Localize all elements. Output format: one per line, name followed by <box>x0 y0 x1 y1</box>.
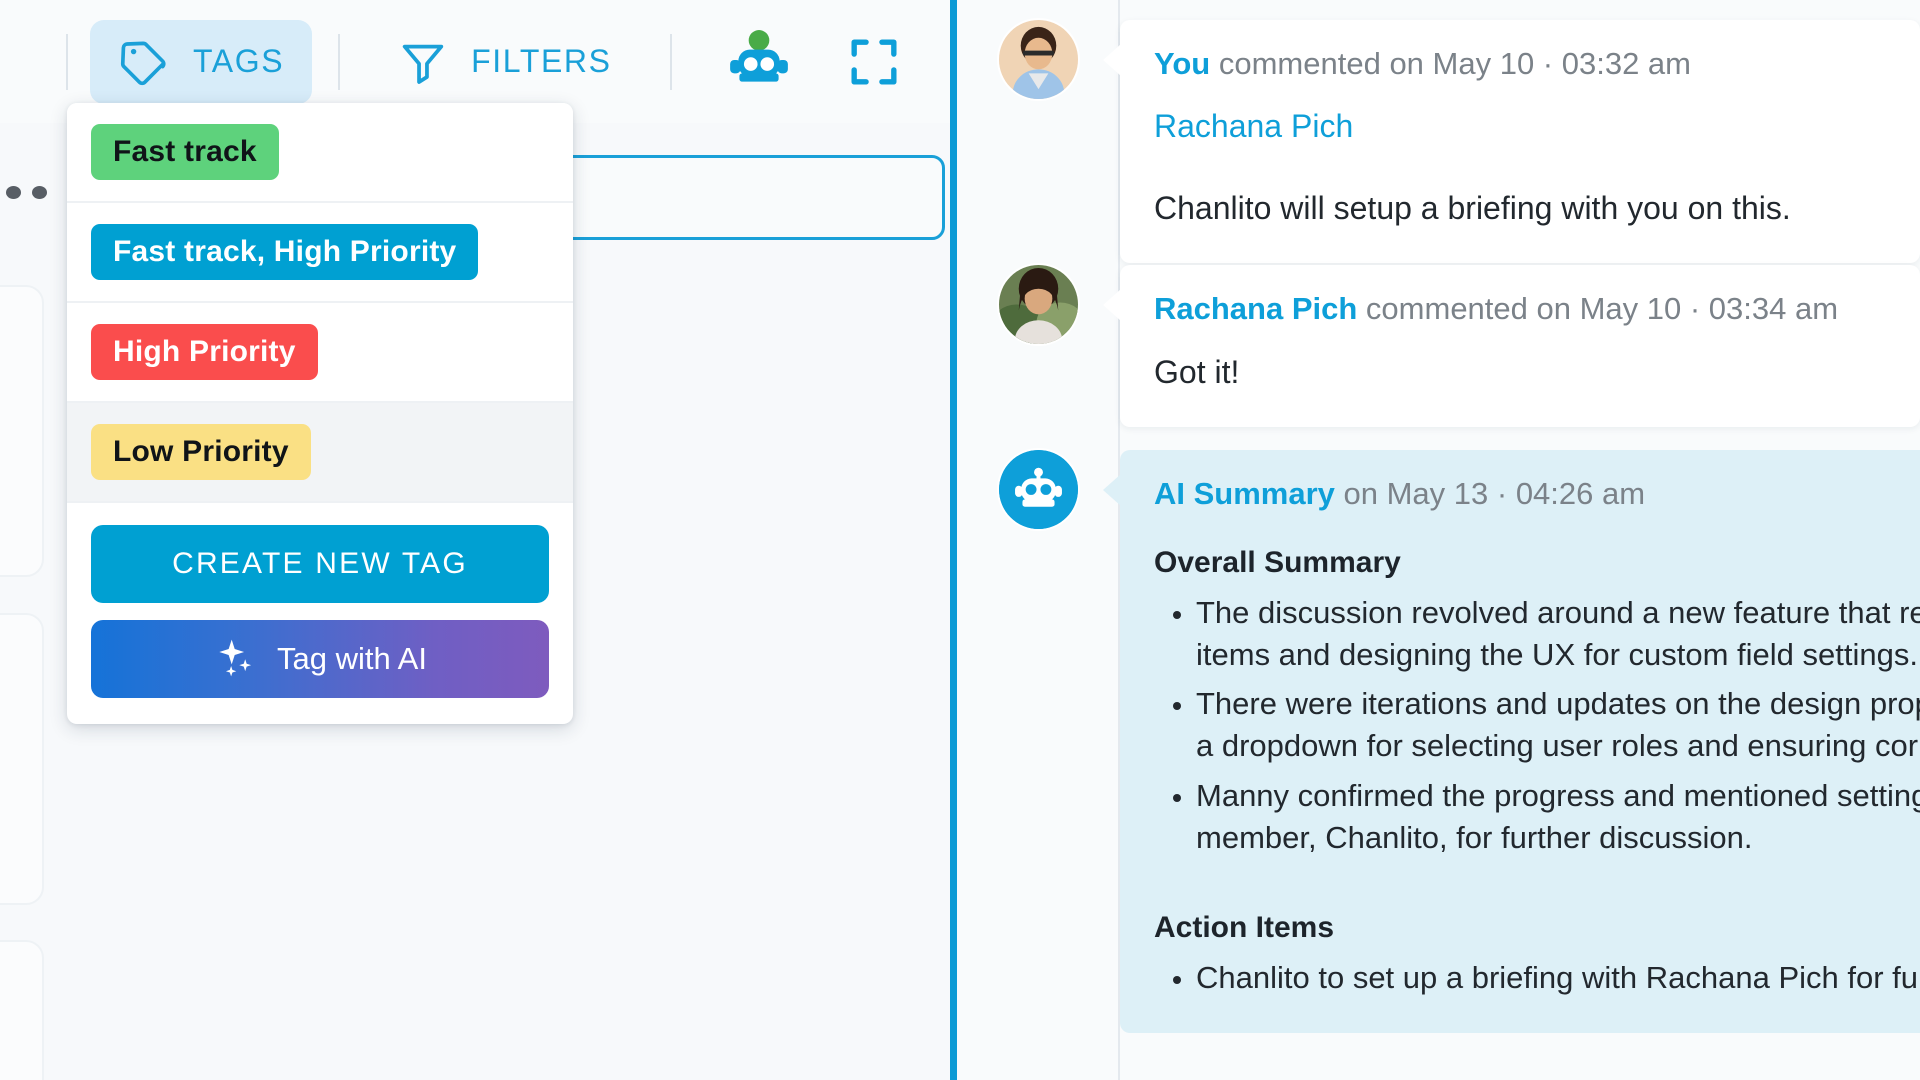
app-root: TAGS FILTERS Fast track Fast track, High… <box>0 0 1920 1080</box>
comment-item: You commented on May 10 · 03:32 am Racha… <box>957 20 1920 264</box>
tag-chip: Low Priority <box>91 424 311 480</box>
comment-body: Got it! <box>1154 354 1240 390</box>
tags-dropdown-menu[interactable]: Fast track Fast track, High Priority Hig… <box>67 103 573 724</box>
comment-mention[interactable]: Rachana Pich <box>1154 108 1886 145</box>
filters-button-label: FILTERS <box>471 43 612 79</box>
comments-pane: You commented on May 10 · 03:32 am Racha… <box>957 0 1920 1080</box>
ai-bullet: The discussion revolved around a new fea… <box>1196 592 1920 634</box>
ellipsis-dot <box>6 186 21 199</box>
comment-author[interactable]: You <box>1154 46 1210 81</box>
avatar[interactable] <box>999 265 1078 344</box>
toolbar-divider <box>338 33 341 90</box>
ai-sparkle-icon <box>213 636 259 682</box>
ai-summary-list: The discussion revolved around a new fea… <box>1154 592 1920 859</box>
background-card <box>0 940 44 1080</box>
ai-robot-icon[interactable] <box>726 29 792 95</box>
pane-split-handle[interactable] <box>950 0 957 1080</box>
comment-bubble: You commented on May 10 · 03:32 am Racha… <box>1103 20 1920 264</box>
tag-option-fast-track[interactable]: Fast track <box>67 103 573 203</box>
ai-robot-avatar[interactable] <box>999 450 1078 529</box>
ai-summary-author: AI Summary <box>1154 476 1335 511</box>
fullscreen-expand-icon[interactable] <box>846 34 902 90</box>
create-new-tag-button[interactable]: CREATE NEW TAG <box>91 525 549 603</box>
comment-author[interactable]: Rachana Pich <box>1154 291 1357 326</box>
ellipsis-dot <box>32 186 47 199</box>
tag-chip: Fast track, High Priority <box>91 224 479 280</box>
ai-action-items-list: Chanlito to set up a briefing with Racha… <box>1154 957 1920 999</box>
tag-chip: High Priority <box>91 324 318 380</box>
tag-option-low-priority[interactable]: Low Priority <box>67 403 573 503</box>
comment-meta: Rachana Pich commented on May 10 · 03:34… <box>1154 291 1886 327</box>
avatar[interactable] <box>999 20 1078 99</box>
tag-chip: Fast track <box>91 124 279 180</box>
ai-bullet-continuation: member, Chanlito, for further discussion… <box>1196 819 1753 855</box>
ai-summary-meta: AI Summary on May 13 · 04:26 am <box>1154 476 1920 512</box>
filters-button[interactable]: FILTERS <box>370 21 639 103</box>
comment-meta: You commented on May 10 · 03:32 am <box>1154 46 1886 82</box>
ai-section-heading: Action Items <box>1154 910 1335 944</box>
filter-icon <box>398 37 448 87</box>
tag-icon <box>118 36 170 88</box>
ai-bullet-continuation: a dropdown for selecting user roles and … <box>1196 728 1920 764</box>
comment-timestamp: commented on May 10 · 03:32 am <box>1210 46 1691 81</box>
tags-button-label: TAGS <box>193 43 285 79</box>
ellipsis-icon[interactable] <box>6 186 47 199</box>
tag-option-high-priority[interactable]: High Priority <box>67 303 573 403</box>
tags-dropdown-actions: CREATE NEW TAG Tag with AI <box>67 503 573 724</box>
background-card <box>0 613 44 905</box>
comment-bubble: Rachana Pich commented on May 10 · 03:34… <box>1103 265 1920 428</box>
ai-summary-bubble: AI Summary on May 13 · 04:26 am Overall … <box>1103 450 1920 1034</box>
tags-button[interactable]: TAGS <box>90 19 313 104</box>
ai-summary-item: AI Summary on May 13 · 04:26 am Overall … <box>957 450 1920 1034</box>
comment-timestamp: commented on May 10 · 03:34 am <box>1357 291 1839 326</box>
ai-summary-timestamp: on May 13 · 04:26 am <box>1334 476 1646 511</box>
tag-option-fast-track-high-priority[interactable]: Fast track, High Priority <box>67 203 573 303</box>
comment-item: Rachana Pich commented on May 10 · 03:34… <box>957 265 1920 428</box>
toolbar-divider <box>669 33 672 90</box>
left-pane: TAGS FILTERS Fast track Fast track, High… <box>0 0 956 1080</box>
ai-bullet: Manny confirmed the progress and mention… <box>1196 775 1920 817</box>
ai-bullet: There were iterations and updates on the… <box>1196 683 1920 725</box>
toolbar-divider <box>66 33 68 90</box>
ai-bullet-continuation: items and designing the UX for custom fi… <box>1196 637 1918 673</box>
ai-section-heading: Overall Summary <box>1154 546 1401 579</box>
tag-with-ai-label: Tag with AI <box>277 641 427 676</box>
tag-with-ai-button[interactable]: Tag with AI <box>91 620 549 698</box>
comment-body: Chanlito will setup a briefing with you … <box>1154 190 1791 226</box>
ai-bullet: Chanlito to set up a briefing with Racha… <box>1196 957 1920 999</box>
background-card <box>0 285 44 577</box>
